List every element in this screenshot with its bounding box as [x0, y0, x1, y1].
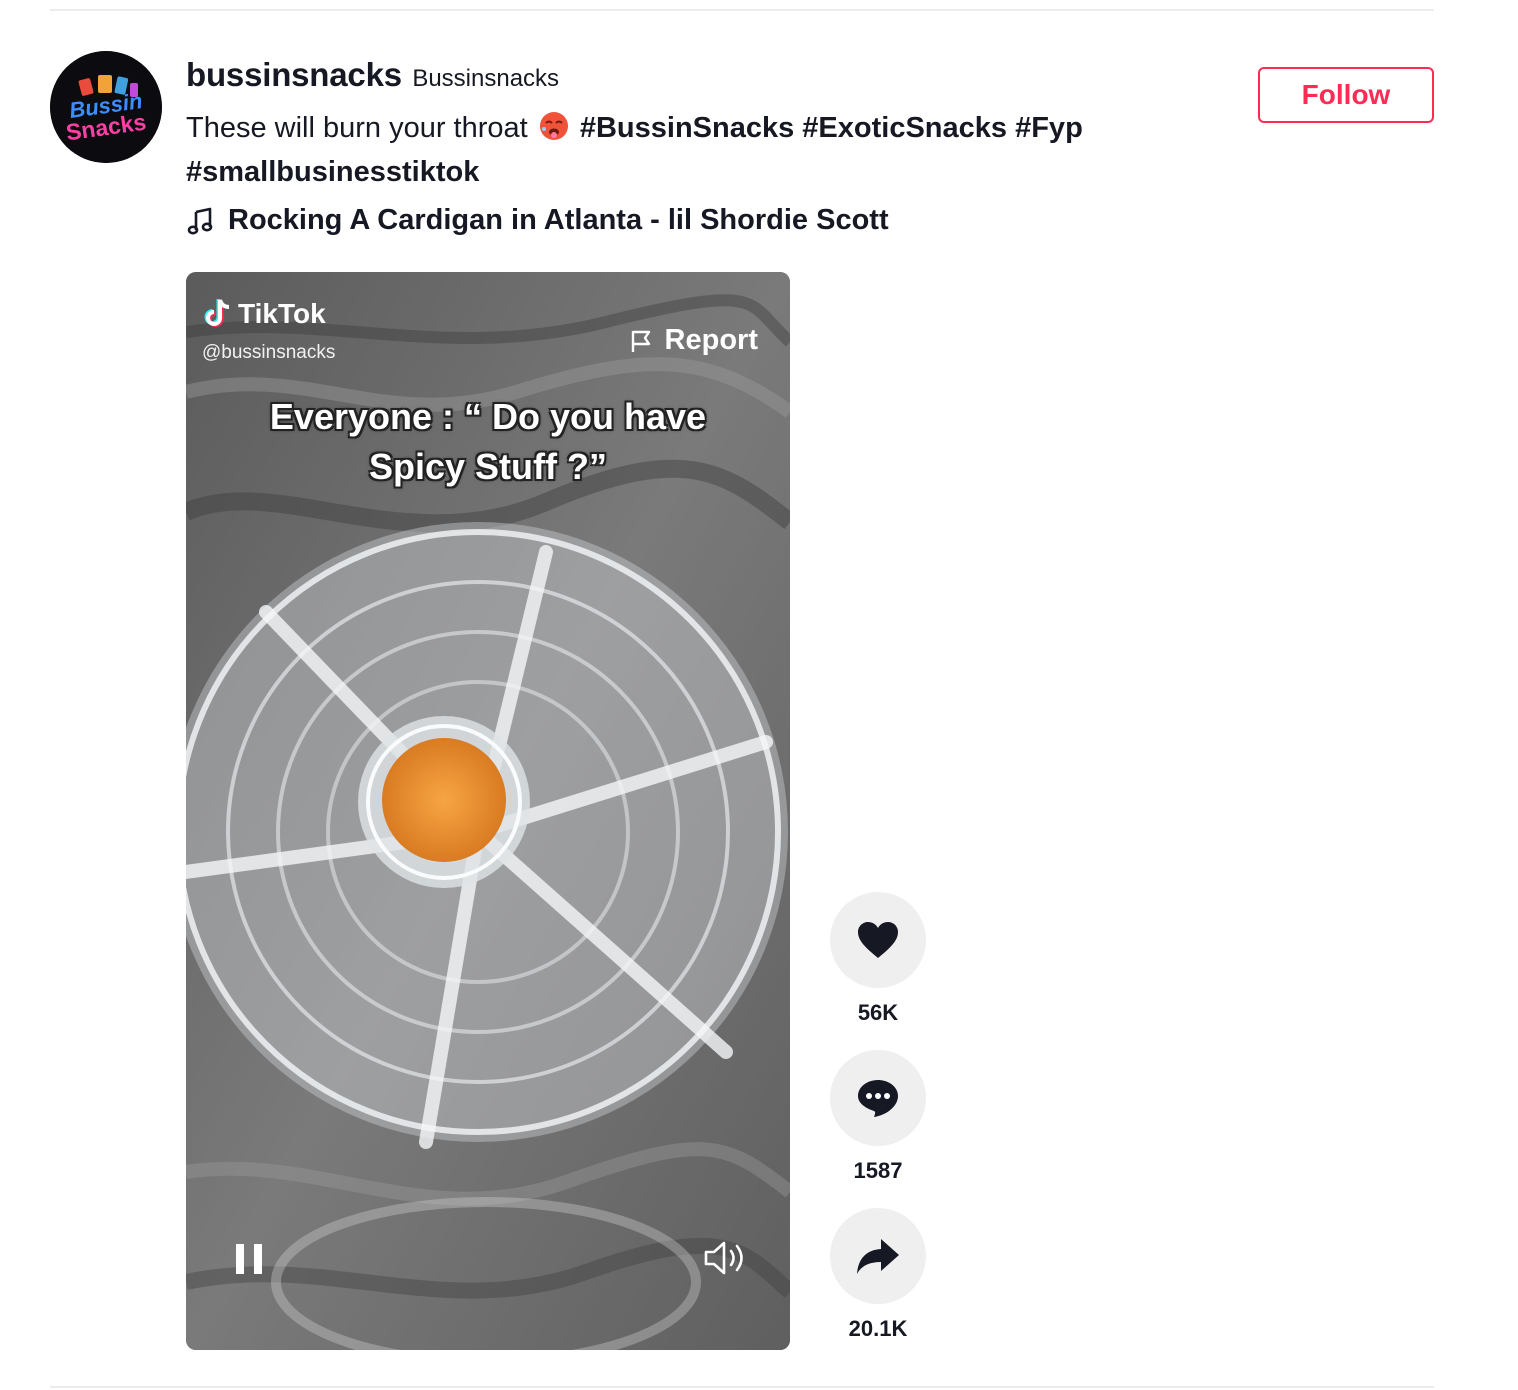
author-line: bussinsnacks Bussinsnacks: [186, 56, 559, 94]
comment-count: 1587: [853, 1158, 903, 1183]
tiktok-watermark: TikTok: [204, 298, 326, 330]
watermark-handle: @bussinsnacks: [202, 342, 336, 363]
report-label: Report: [664, 324, 758, 356]
comment-button[interactable]: [830, 1050, 926, 1146]
tiktok-logo-icon: [204, 299, 230, 327]
share-count: 20.1K: [848, 1316, 908, 1341]
hashtag-link[interactable]: #ExoticSnacks: [802, 112, 1007, 144]
watermark-brand: TikTok: [238, 298, 326, 329]
overlay-line-2: Spicy Stuff ?”: [368, 446, 607, 487]
caption-text: These will burn your throat: [186, 112, 528, 144]
bottom-divider: [50, 1386, 1434, 1388]
volume-icon: [704, 1241, 743, 1275]
overlay-line-1: Everyone : “ Do you have: [269, 396, 707, 437]
hashtag-link[interactable]: #BussinSnacks: [580, 112, 794, 144]
video-overlay-text: Everyone : “ Do you have Spicy Stuff ?”: [186, 392, 790, 492]
hot-face-emoji-icon: [539, 112, 568, 140]
share-button[interactable]: [830, 1208, 926, 1304]
author-unique-id[interactable]: bussinsnacks: [186, 56, 402, 93]
author-avatar[interactable]: Bussin Snacks: [50, 51, 162, 163]
video-caption: These will burn your throat #BussinSnack…: [186, 106, 1186, 194]
music-title: Rocking A Cardigan in Atlanta - lil Shor…: [228, 204, 889, 236]
video-player[interactable]: TikTok @bussinsnacks Report Everyone : “…: [186, 272, 790, 1350]
like-action: 56K: [830, 892, 926, 1026]
like-count: 56K: [857, 1000, 899, 1025]
author-nickname[interactable]: Bussinsnacks: [412, 65, 559, 92]
report-button[interactable]: Report: [629, 324, 758, 357]
top-divider: [50, 9, 1434, 11]
heart-icon: [858, 922, 898, 958]
hashtag-link[interactable]: #Fyp: [1015, 112, 1083, 144]
hashtag-link[interactable]: #smallbusinesstiktok: [186, 156, 479, 188]
share-action: 20.1K: [830, 1208, 926, 1342]
flag-icon: [631, 330, 650, 352]
like-button[interactable]: [830, 892, 926, 988]
music-note-icon: [187, 207, 213, 234]
pause-button[interactable]: [234, 1242, 266, 1281]
pause-icon: [236, 1244, 262, 1274]
volume-button[interactable]: [702, 1238, 750, 1283]
comment-icon: [858, 1080, 898, 1117]
comment-action: 1587: [830, 1050, 926, 1184]
share-arrow-icon: [857, 1239, 899, 1274]
follow-button[interactable]: Follow: [1258, 67, 1434, 123]
music-link[interactable]: Rocking A Cardigan in Atlanta - lil Shor…: [186, 204, 889, 237]
